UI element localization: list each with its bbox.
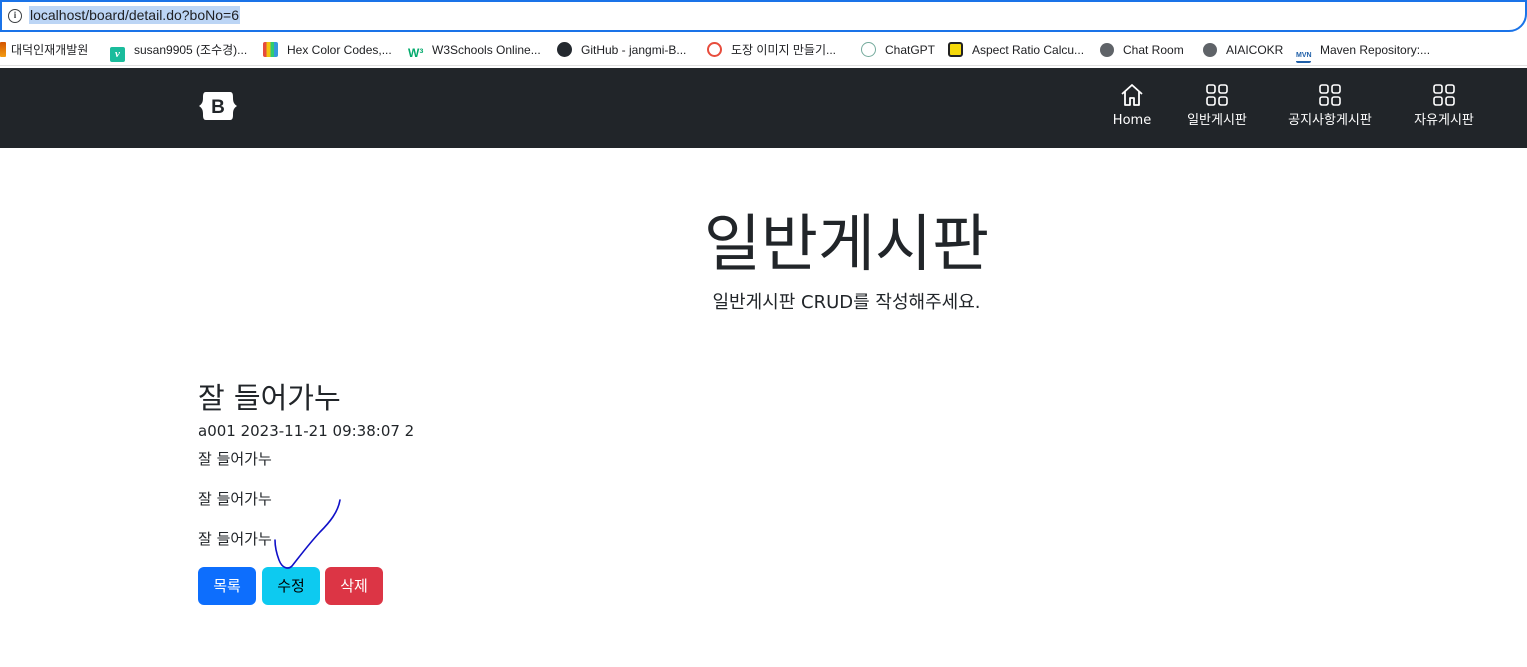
bookmark-item[interactable]: ChatGPT — [861, 41, 935, 59]
nav-notice-board[interactable]: 공지사항게시판 — [1280, 82, 1380, 129]
chatgpt-icon — [861, 42, 876, 57]
bookmark-item[interactable]: AIAICOKR — [1203, 41, 1283, 59]
post-body-line: 잘 들어가누 — [198, 450, 272, 468]
nav-home[interactable]: Home — [1110, 82, 1154, 129]
bookmark-item[interactable]: Hex Color Codes,... — [263, 41, 392, 59]
post-body: 잘 들어가누 잘 들어가누 잘 들어가누 — [198, 448, 898, 550]
nav-general-board[interactable]: 일반게시판 — [1180, 82, 1254, 129]
nav-free-board[interactable]: 자유게시판 — [1406, 82, 1482, 129]
post-body-line: 잘 들어가누 — [198, 530, 272, 548]
bookmark-icon — [0, 42, 6, 57]
nav-label: Home — [1112, 113, 1152, 128]
github-icon — [557, 42, 572, 57]
aspect-ratio-icon — [948, 42, 963, 57]
grid-icon — [1433, 84, 1455, 106]
home-icon — [1121, 84, 1143, 106]
bookmark-item[interactable]: v susan9905 (조수경)... — [110, 41, 247, 62]
maven-icon: MVN — [1296, 48, 1312, 63]
color-book-icon — [263, 42, 278, 57]
grid-icon — [1206, 84, 1228, 106]
grid-icon — [1319, 84, 1341, 106]
delete-button[interactable]: 삭제 — [325, 567, 383, 605]
bookmark-item[interactable]: W³ W3Schools Online... — [408, 41, 541, 60]
bookmark-item[interactable]: 도장 이미지 만들기... — [707, 41, 836, 59]
stamp-icon — [707, 42, 722, 57]
bookmark-item[interactable]: 대덕인재개발원 — [0, 41, 88, 59]
info-icon[interactable]: i — [8, 9, 22, 23]
w3schools-icon: W³ — [408, 46, 424, 60]
bookmark-item[interactable]: GitHub - jangmi-B... — [557, 41, 686, 59]
globe-icon — [1203, 43, 1217, 57]
post-meta: a001 2023-11-21 09:38:07 2 — [198, 422, 415, 440]
post-body-line: 잘 들어가누 — [198, 490, 272, 508]
bookmark-item[interactable]: Aspect Ratio Calcu... — [948, 41, 1084, 59]
globe-icon — [1100, 43, 1114, 57]
list-button[interactable]: 목록 — [198, 567, 256, 605]
bookmarks-bar: 대덕인재개발원 v susan9905 (조수경)... Hex Color Co… — [0, 34, 1527, 66]
page-title: 일반게시판 — [703, 207, 990, 280]
post-title: 잘 들어가누 — [198, 381, 341, 415]
brand-letter: B — [211, 97, 225, 118]
address-bar[interactable]: i localhost/board/detail.do?boNo=6 — [0, 0, 1527, 32]
bookmark-item[interactable]: MVN Maven Repository:... — [1296, 41, 1430, 63]
nav-label: 일반게시판 — [1187, 113, 1247, 128]
bootstrap-logo-icon: B — [199, 92, 237, 120]
post-detail: 잘 들어가누 a001 2023-11-21 09:38:07 2 잘 들어가누… — [198, 378, 898, 568]
page-subtitle: 일반게시판 CRUD를 작성해주세요. — [712, 292, 981, 313]
bookmark-item[interactable]: Chat Room — [1100, 41, 1184, 59]
navbar: B Home 일반게시판 공지사항게시판 자유게시판 — [0, 68, 1527, 148]
v-logo-icon: v — [110, 47, 125, 62]
nav-label: 공지사항게시판 — [1288, 113, 1372, 128]
brand-logo[interactable]: B — [198, 89, 238, 123]
nav-label: 자유게시판 — [1414, 113, 1474, 128]
edit-button[interactable]: 수정 — [262, 567, 320, 605]
url-text[interactable]: localhost/board/detail.do?boNo=6 — [29, 6, 240, 24]
